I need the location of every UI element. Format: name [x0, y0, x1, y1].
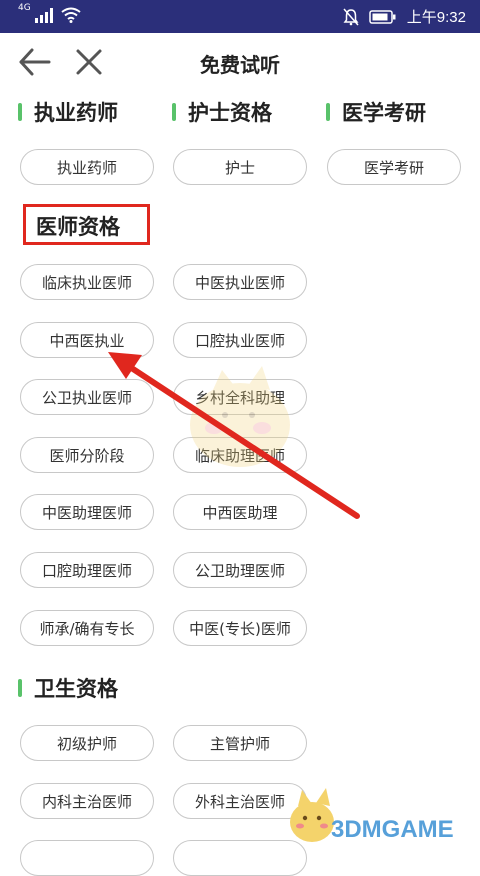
section-title-nurse: 护士资格	[172, 97, 272, 127]
chip-physician[interactable]: 医师分阶段	[20, 437, 154, 473]
chip-physician[interactable]: 乡村全科助理	[173, 379, 307, 415]
watermark-text: 3DMGAME	[331, 816, 454, 843]
status-right: 上午9:32	[343, 6, 466, 27]
chip-health-partial[interactable]	[173, 840, 307, 876]
mute-icon	[343, 8, 359, 25]
section-title-postgrad: 医学考研	[326, 97, 426, 127]
status-bar: 4G 上午9:32	[0, 0, 480, 33]
chip-physician[interactable]: 临床执业医师	[20, 264, 154, 300]
page-title: 免费试听	[200, 53, 280, 77]
chip-health[interactable]: 主管护师	[173, 725, 307, 761]
chip-health[interactable]: 初级护师	[20, 725, 154, 761]
chip-physician[interactable]: 师承/确有专长	[20, 610, 154, 646]
battery-icon	[369, 9, 396, 24]
chip-health-partial[interactable]	[20, 840, 154, 876]
chip-pharmacist[interactable]: 执业药师	[20, 149, 154, 185]
section-title-health: 卫生资格	[18, 673, 118, 703]
chip-physician[interactable]: 公卫执业医师	[20, 379, 154, 415]
chip-nurse[interactable]: 护士	[173, 149, 307, 185]
section-title-text: 护士资格	[188, 101, 272, 125]
section-bar	[18, 679, 22, 697]
nav-bar: 免费试听	[0, 33, 480, 91]
chip-physician[interactable]: 口腔助理医师	[20, 552, 154, 588]
chip-physician[interactable]: 中医(专长)医师	[173, 610, 307, 646]
chip-physician[interactable]: 中西医助理	[173, 494, 307, 530]
chip-health[interactable]: 外科主治医师	[173, 783, 307, 819]
wifi-icon	[61, 7, 81, 23]
chip-postgrad[interactable]: 医学考研	[327, 149, 461, 185]
section-title-text: 医学考研	[342, 101, 426, 125]
chip-health[interactable]: 内科主治医师	[20, 783, 154, 819]
chip-physician[interactable]: 口腔执业医师	[173, 322, 307, 358]
chip-physician[interactable]: 中医助理医师	[20, 494, 154, 530]
signal-icon	[34, 8, 53, 23]
section-bar	[326, 103, 330, 121]
section-title-pharmacist: 执业药师	[18, 97, 118, 127]
status-left: 4G	[18, 3, 81, 23]
clock: 上午9:32	[406, 9, 466, 26]
chip-physician[interactable]: 中医执业医师	[173, 264, 307, 300]
section-bar	[18, 103, 22, 121]
network-type: 4G	[18, 3, 31, 13]
section-bar	[172, 103, 176, 121]
section-title-physician: 医师资格	[36, 215, 120, 239]
chip-physician[interactable]: 临床助理医师	[173, 437, 307, 473]
section-title-text: 卫生资格	[34, 677, 118, 701]
chip-physician[interactable]: 公卫助理医师	[173, 552, 307, 588]
annotation-arrow	[108, 352, 360, 519]
section-title-text: 执业药师	[34, 101, 118, 125]
chip-physician[interactable]: 中西医执业	[20, 322, 154, 358]
